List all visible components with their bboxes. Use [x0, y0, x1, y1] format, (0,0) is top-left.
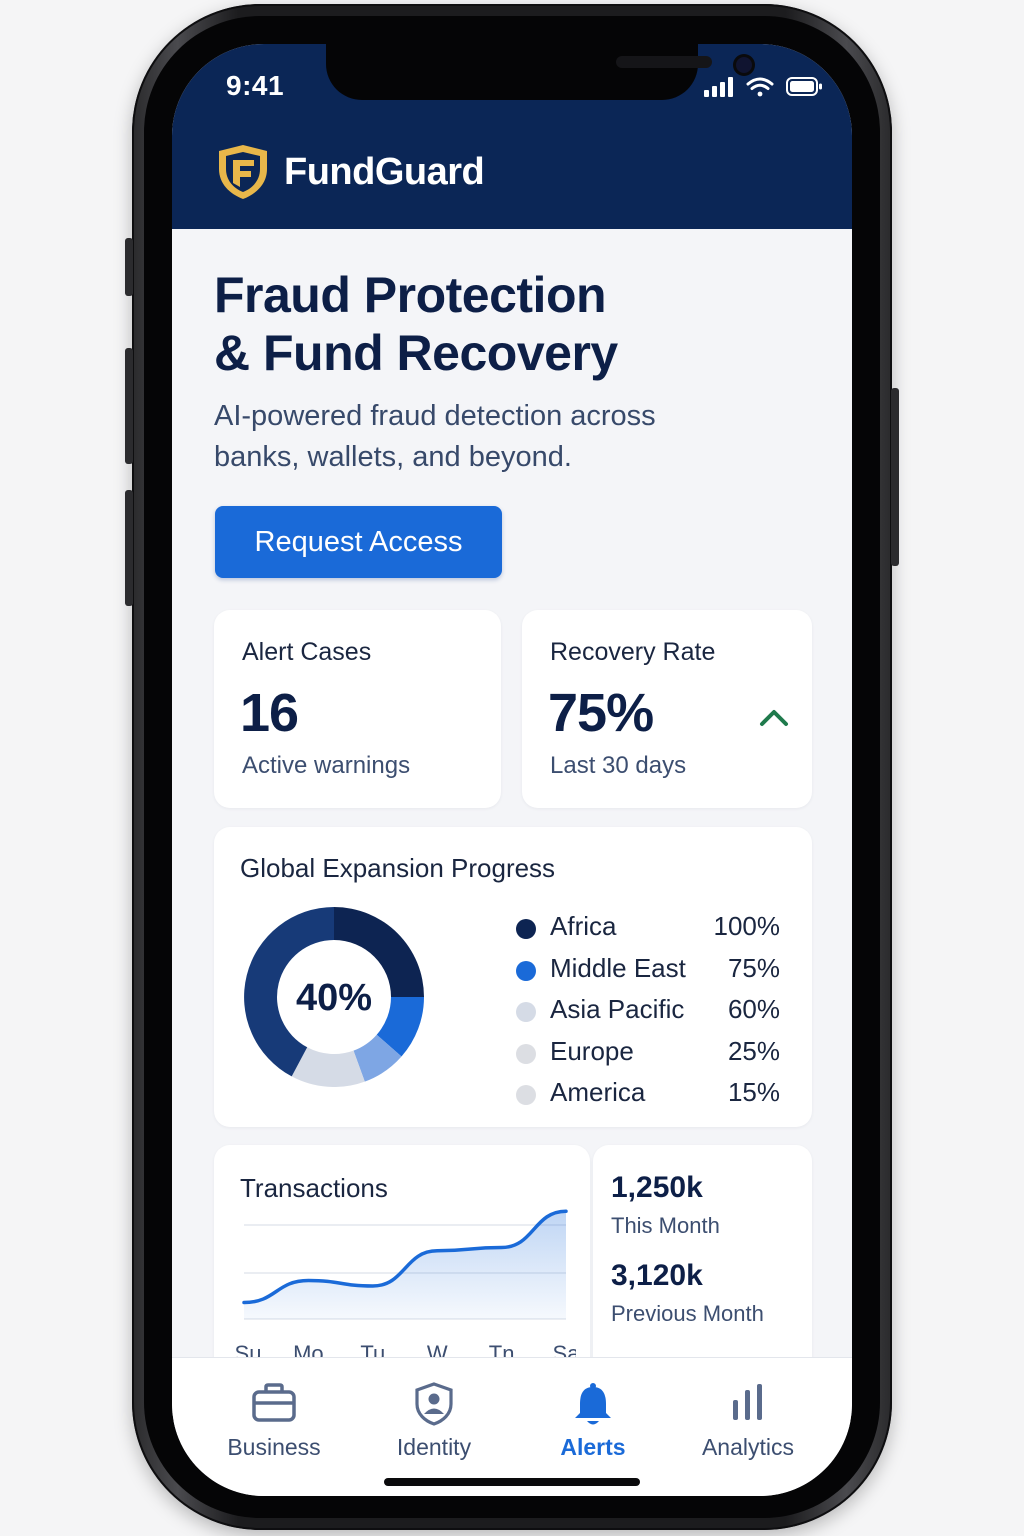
expansion-donut-chart: 40%	[244, 907, 424, 1087]
legend-name: Europe	[550, 1035, 634, 1066]
tab-label: Identity	[396, 1434, 472, 1460]
tab-label: Alerts	[560, 1434, 626, 1460]
this-month-value: 1,250k	[611, 1171, 703, 1204]
mute-switch	[125, 238, 133, 296]
previous-month-label: Previous Month	[611, 1301, 764, 1326]
briefcase-icon	[252, 1383, 296, 1422]
legend-value: 60%	[727, 994, 780, 1024]
transactions-summary-card: 1,250k This Month 3,120k Previous Month	[593, 1145, 812, 1385]
legend-row-europe: Europe 25%	[516, 1034, 786, 1076]
request-access-button[interactable]: Request Access	[215, 506, 502, 578]
status-indicators	[704, 77, 822, 97]
transactions-card[interactable]: Transactions Su Mo Tu W Tn Sa	[214, 1145, 590, 1385]
brand[interactable]: FundGuard	[216, 142, 485, 202]
legend-dot-europe	[516, 1043, 536, 1064]
hero-title-line1: Fraud Protection	[214, 267, 607, 323]
shield-user-icon	[415, 1382, 453, 1426]
legend-value: 25%	[727, 1035, 780, 1066]
tab-analytics[interactable]: Analytics	[663, 1358, 833, 1468]
battery-icon	[786, 77, 822, 96]
donut-center-value: 40%	[296, 977, 372, 1019]
hero-subtitle-line1: AI-powered fraud detection across	[214, 400, 656, 432]
tab-business[interactable]: Business	[189, 1358, 359, 1468]
legend-value: 100%	[713, 911, 781, 941]
bottom-tab-bar: Business Identity Alerts Analytics	[172, 1357, 852, 1496]
tab-alerts[interactable]: Alerts	[508, 1358, 678, 1468]
legend-dot-asia-pacific	[516, 1002, 536, 1022]
bar-chart-icon	[733, 1384, 762, 1420]
this-month-label: This Month	[611, 1213, 720, 1238]
tab-label: Analytics	[701, 1434, 795, 1460]
hero-title-line2: & Fund Recovery	[214, 325, 618, 381]
legend-name: Africa	[550, 911, 617, 941]
legend-value: 15%	[727, 1077, 780, 1107]
hero-subtitle: AI-powered fraud detection across banks,…	[214, 396, 814, 478]
legend-dot-middle-east	[516, 960, 536, 981]
speaker-grille	[616, 56, 712, 68]
recovery-rate-value: 75%	[548, 683, 654, 743]
legend-name: Asia Pacific	[550, 994, 685, 1024]
volume-up-button	[125, 348, 133, 464]
front-camera	[736, 57, 752, 73]
chevron-up-icon	[760, 710, 788, 726]
cellular-signal-icon	[704, 77, 733, 97]
legend-name: Middle East	[550, 952, 686, 983]
recovery-rate-sub: Last 30 days	[550, 752, 687, 779]
alert-cases-label: Alert Cases	[242, 638, 372, 666]
hero-title: Fraud Protection & Fund Recovery	[214, 266, 814, 382]
camera-notch	[326, 44, 752, 100]
previous-month-value: 3,120k	[611, 1259, 703, 1292]
legend-row-middle-east: Middle East 75%	[516, 951, 786, 993]
power-button	[891, 388, 899, 566]
recovery-rate-card[interactable]: Recovery Rate 75% Last 30 days	[522, 610, 812, 808]
status-icons	[704, 74, 824, 100]
global-expansion-card: Global Expansion Progress 40% Africa 100…	[214, 827, 812, 1127]
transactions-line-chart: Su Mo Tu W Tn Sa	[236, 1209, 576, 1365]
transactions-title: Transactions	[240, 1173, 388, 1203]
legend-row-america: America 15%	[516, 1075, 786, 1117]
bell-icon	[575, 1383, 611, 1425]
alert-cases-sub: Active warnings	[242, 752, 411, 779]
wifi-icon	[746, 77, 774, 97]
tab-label: Business	[227, 1434, 321, 1460]
alert-cases-value: 16	[240, 683, 299, 743]
shield-f-logo-icon	[219, 145, 267, 199]
legend-dot-america	[516, 1085, 536, 1105]
global-expansion-title: Global Expansion Progress	[240, 853, 556, 883]
app-screen: 9:41 FundGuard Fraud Protection & Fund R…	[172, 44, 852, 1496]
legend-row-asia-pacific: Asia Pacific 60%	[516, 992, 786, 1034]
recovery-rate-label: Recovery Rate	[550, 638, 716, 666]
tab-identity[interactable]: Identity	[349, 1358, 519, 1468]
chart-area-fill	[244, 1211, 566, 1319]
legend-name: America	[550, 1077, 646, 1107]
status-time: 9:41	[226, 70, 285, 101]
hero-subtitle-line2: banks, wallets, and beyond.	[214, 441, 572, 473]
alert-cases-card[interactable]: Alert Cases 16 Active warnings	[214, 610, 501, 808]
legend-value: 75%	[727, 952, 780, 983]
home-indicator[interactable]	[384, 1478, 640, 1486]
brand-name: FundGuard	[284, 150, 485, 193]
expansion-legend: Africa 100% Middle East 75% Asia Pacific…	[516, 909, 786, 1117]
volume-down-button	[125, 490, 133, 606]
legend-row-africa: Africa 100%	[516, 909, 786, 951]
app-header: 9:41 FundGuard	[172, 44, 852, 229]
legend-dot-africa	[516, 919, 536, 939]
